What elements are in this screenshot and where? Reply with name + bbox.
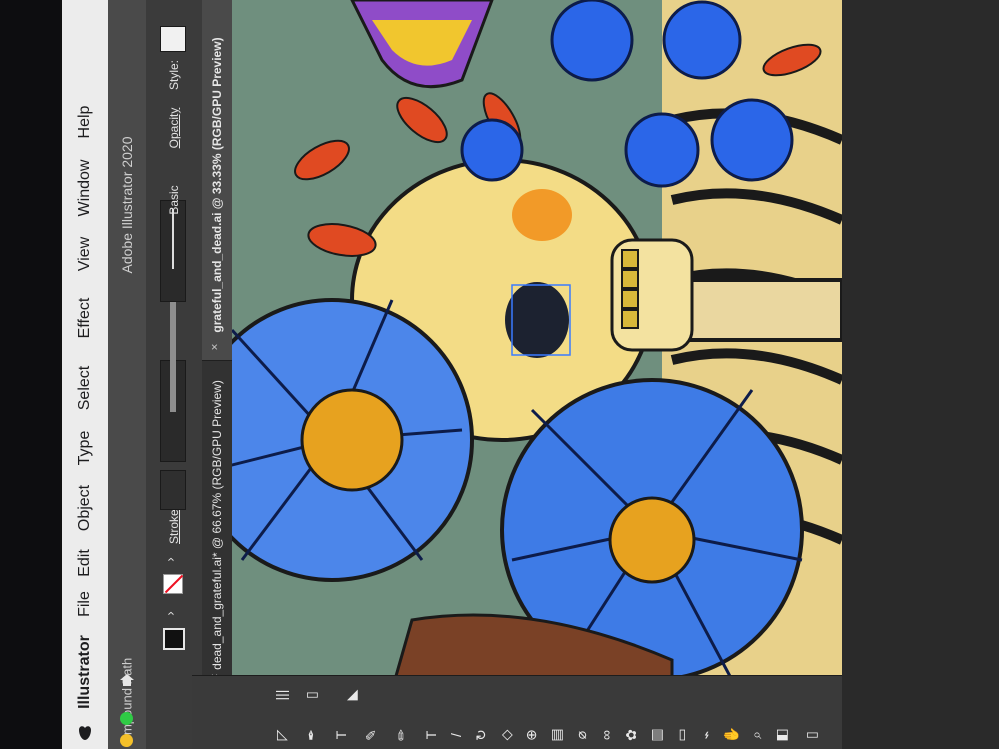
line-icon[interactable]: / bbox=[447, 726, 465, 744]
stroke-weight-stepper[interactable] bbox=[160, 470, 186, 510]
menu-file[interactable]: File bbox=[76, 591, 94, 617]
panel-toggle-icon[interactable]: ||| bbox=[272, 686, 290, 704]
fill-dropdown-icon[interactable]: › bbox=[163, 611, 178, 615]
mac-menu-bar: Illustrator File Edit Object Type Select… bbox=[62, 0, 109, 749]
style-swatch[interactable] bbox=[160, 26, 186, 52]
menu-object[interactable]: Object bbox=[76, 485, 94, 531]
menu-help[interactable]: Help bbox=[76, 106, 94, 139]
tab-grateful-and-dead[interactable]: grateful_and_dead.ai @ 33.33% (RGB/GPU P… bbox=[202, 0, 232, 361]
brush-label: Basic bbox=[167, 185, 181, 215]
screen-mode-icon[interactable]: ▯ bbox=[802, 726, 820, 744]
photo-of-monitor: Illustrator File Edit Object Type Select… bbox=[0, 0, 999, 749]
stroke-dropdown-icon[interactable]: › bbox=[163, 557, 178, 561]
eyedropper-icon[interactable]: ⌀ bbox=[572, 726, 590, 744]
apple-logo-icon[interactable] bbox=[77, 724, 93, 742]
title-bar: Adobe Illustrator 2020 ompound Path bbox=[108, 0, 147, 749]
gradient-icon[interactable]: ▤ bbox=[547, 726, 565, 744]
direct-selection-icon[interactable]: ◸ bbox=[272, 726, 290, 744]
rotate-icon[interactable]: ↻ bbox=[472, 726, 490, 744]
artwork-skull-flowers[interactable] bbox=[232, 0, 842, 690]
opacity-label[interactable]: Opacity bbox=[167, 108, 181, 149]
style-label: Style: bbox=[167, 59, 181, 91]
window-title: Adobe Illustrator 2020 bbox=[119, 136, 135, 274]
brush-icon[interactable]: ✎ bbox=[362, 726, 380, 744]
tab-label: grateful_and_dead.ai @ 33.33% (RGB/GPU P… bbox=[210, 37, 224, 333]
graph-icon[interactable]: ▥ bbox=[647, 726, 665, 744]
menu-effect[interactable]: Effect bbox=[76, 298, 94, 339]
shape-icon[interactable]: ◣ bbox=[342, 686, 360, 704]
eraser-icon[interactable]: ◇ bbox=[497, 726, 515, 744]
document-tab-bar: dead_and_grateful.ai* @ 66.67% (RGB/GPU … bbox=[202, 0, 233, 749]
pencil-icon[interactable]: ✏ bbox=[392, 726, 410, 744]
canvas[interactable] bbox=[232, 0, 842, 700]
slice-icon[interactable]: ⌁ bbox=[697, 726, 715, 744]
menu-app-name[interactable]: Illustrator bbox=[76, 635, 94, 709]
zoom-icon[interactable]: ⌕ bbox=[747, 726, 765, 744]
blend-icon[interactable]: ∞ bbox=[597, 726, 615, 744]
menu-edit[interactable]: Edit bbox=[76, 549, 94, 577]
tools-panel: ||| ▯ ◣ ◸ ✒ T ✎ ✏ T / ↻ ◇ ⊕ ▤ ⌀ ∞ ✿ ▥ ▭ … bbox=[192, 675, 842, 749]
menu-select[interactable]: Select bbox=[76, 366, 94, 410]
gradient-swatch-icon[interactable]: ▯ bbox=[302, 686, 320, 704]
menu-type[interactable]: Type bbox=[76, 431, 94, 466]
right-edge bbox=[842, 0, 999, 749]
tab-dead-and-grateful[interactable]: dead_and_grateful.ai* @ 66.67% (RGB/GPU … bbox=[202, 360, 232, 691]
illustrator-window: Illustrator File Edit Object Type Select… bbox=[60, 0, 999, 749]
stroke-label[interactable]: Stroke: bbox=[167, 506, 181, 544]
fill-stroke-icon[interactable]: ◧ bbox=[772, 726, 790, 744]
brush-definition[interactable] bbox=[160, 200, 186, 302]
menu-window[interactable]: Window bbox=[76, 160, 94, 217]
type-tool-icon[interactable]: T bbox=[422, 726, 440, 744]
type-icon[interactable]: T bbox=[332, 726, 350, 744]
selection-type-label: ompound Path bbox=[119, 657, 135, 743]
control-bar: › › Stroke: Basic Opacity Style: bbox=[146, 0, 203, 749]
pen-icon[interactable]: ✒ bbox=[302, 726, 320, 744]
symbol-icon[interactable]: ✿ bbox=[622, 726, 640, 744]
stroke-swatch[interactable] bbox=[163, 574, 183, 594]
shape-builder-icon[interactable]: ⊕ bbox=[522, 726, 540, 744]
variable-width-slider[interactable] bbox=[170, 292, 176, 412]
menu-view[interactable]: View bbox=[76, 237, 94, 271]
fill-swatch[interactable] bbox=[163, 628, 185, 650]
minimize-button[interactable] bbox=[120, 734, 133, 747]
maximize-button[interactable] bbox=[120, 712, 133, 725]
tab-label: dead_and_grateful.ai* @ 66.67% (RGB/GPU … bbox=[210, 380, 224, 670]
hand-icon[interactable]: ✋ bbox=[722, 726, 740, 744]
close-icon[interactable]: × bbox=[208, 343, 222, 350]
artboard-icon[interactable]: ▭ bbox=[672, 726, 690, 744]
home-icon[interactable] bbox=[118, 672, 136, 688]
